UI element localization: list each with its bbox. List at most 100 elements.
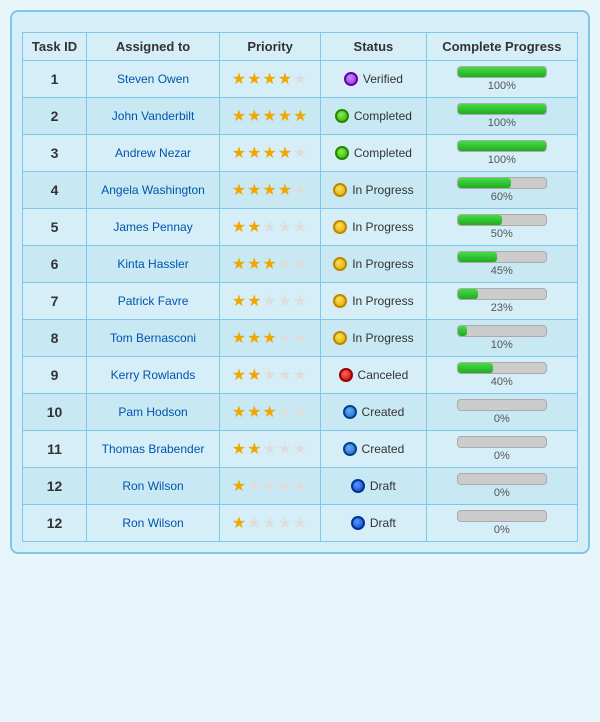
assigned-name: James Pennay [113, 220, 192, 234]
status-cell: Completed [325, 146, 421, 160]
cell-priority: ★★★★★ [220, 283, 321, 320]
cell-assigned: Tom Bernasconi [87, 320, 220, 357]
star-empty: ★ [293, 219, 308, 236]
star-empty: ★ [293, 330, 308, 347]
cell-status: Completed [321, 98, 426, 135]
star-empty: ★ [262, 367, 277, 384]
table-row: 4 Angela Washington ★★★★★ In Progress 60… [23, 172, 578, 209]
progress-bar-fill [458, 215, 502, 225]
star-empty: ★ [278, 256, 293, 273]
cell-assigned: Thomas Brabender [87, 431, 220, 468]
star-full: ★ [278, 71, 293, 88]
cell-priority: ★★★★★ [220, 61, 321, 98]
star-empty: ★ [278, 404, 293, 421]
progress-bar-bg [457, 140, 547, 152]
star-full: ★ [247, 441, 262, 458]
progress-container: 10% [457, 325, 547, 351]
star-full: ★ [247, 71, 262, 88]
star-empty: ★ [278, 293, 293, 310]
assigned-name: Ron Wilson [122, 479, 183, 493]
cell-status: In Progress [321, 283, 426, 320]
table-row: 2 John Vanderbilt ★★★★★ Completed 100% [23, 98, 578, 135]
cell-taskid: 6 [23, 246, 87, 283]
progress-bar-fill [458, 252, 498, 262]
progress-bar-bg [457, 510, 547, 522]
cell-progress: 50% [426, 209, 577, 246]
progress-label: 60% [457, 191, 547, 203]
status-cell: In Progress [325, 331, 421, 345]
cell-assigned: Pam Hodson [87, 394, 220, 431]
star-full: ★ [232, 478, 247, 495]
cell-priority: ★★★★★ [220, 468, 321, 505]
star-empty: ★ [262, 515, 277, 532]
progress-container: 50% [457, 214, 547, 240]
cell-priority: ★★★★★ [220, 98, 321, 135]
task-id-value: 3 [51, 145, 59, 161]
cell-taskid: 3 [23, 135, 87, 172]
table-row: 8 Tom Bernasconi ★★★★★ In Progress 10% [23, 320, 578, 357]
cell-assigned: Andrew Nezar [87, 135, 220, 172]
table-row: 10 Pam Hodson ★★★★★ Created 0% [23, 394, 578, 431]
status-dot [343, 442, 357, 456]
cell-taskid: 1 [23, 61, 87, 98]
star-empty: ★ [278, 478, 293, 495]
star-full: ★ [262, 256, 277, 273]
star-full: ★ [247, 219, 262, 236]
cell-assigned: James Pennay [87, 209, 220, 246]
star-full: ★ [232, 293, 247, 310]
status-dot [335, 146, 349, 160]
progress-bar-fill [458, 178, 511, 188]
progress-label: 45% [457, 265, 547, 277]
task-id-value: 2 [51, 108, 59, 124]
status-label: In Progress [352, 257, 413, 271]
star-full: ★ [262, 145, 277, 162]
status-label: In Progress [352, 294, 413, 308]
star-full: ★ [232, 515, 247, 532]
stars-display: ★★★★★ [232, 441, 309, 458]
star-full: ★ [232, 108, 247, 125]
cell-progress: 0% [426, 431, 577, 468]
assigned-name: John Vanderbilt [112, 109, 195, 123]
table-row: 12 Ron Wilson ★★★★★ Draft 0% [23, 468, 578, 505]
assigned-name: Ron Wilson [122, 516, 183, 530]
star-full: ★ [232, 219, 247, 236]
cell-status: Draft [321, 468, 426, 505]
assigned-name: Kerry Rowlands [111, 368, 196, 382]
star-empty: ★ [293, 293, 308, 310]
task-table: Task ID Assigned to Priority Status Comp… [22, 32, 578, 542]
cell-progress: 0% [426, 394, 577, 431]
status-dot [344, 72, 358, 86]
progress-container: 100% [457, 66, 547, 92]
status-cell: In Progress [325, 294, 421, 308]
cell-progress: 60% [426, 172, 577, 209]
star-empty: ★ [293, 256, 308, 273]
star-empty: ★ [247, 515, 262, 532]
progress-bar-bg [457, 251, 547, 263]
progress-label: 0% [457, 450, 547, 462]
stars-display: ★★★★★ [232, 404, 309, 421]
progress-container: 0% [457, 510, 547, 536]
task-id-value: 7 [51, 293, 59, 309]
cell-assigned: Steven Owen [87, 61, 220, 98]
status-cell: In Progress [325, 183, 421, 197]
star-full: ★ [247, 330, 262, 347]
progress-container: 100% [457, 140, 547, 166]
status-dot [333, 257, 347, 271]
status-cell: Draft [325, 479, 421, 493]
status-label: In Progress [352, 183, 413, 197]
progress-label: 100% [457, 154, 547, 166]
status-cell: Draft [325, 516, 421, 530]
progress-bar-fill [458, 67, 546, 77]
status-label: Canceled [358, 368, 409, 382]
progress-bar-fill [458, 326, 467, 336]
progress-bar-bg [457, 436, 547, 448]
cell-status: Created [321, 394, 426, 431]
status-dot [351, 479, 365, 493]
star-full: ★ [262, 108, 277, 125]
progress-label: 50% [457, 228, 547, 240]
star-full: ★ [232, 404, 247, 421]
cell-status: In Progress [321, 209, 426, 246]
cell-assigned: Ron Wilson [87, 505, 220, 542]
star-full: ★ [278, 145, 293, 162]
star-full: ★ [262, 182, 277, 199]
